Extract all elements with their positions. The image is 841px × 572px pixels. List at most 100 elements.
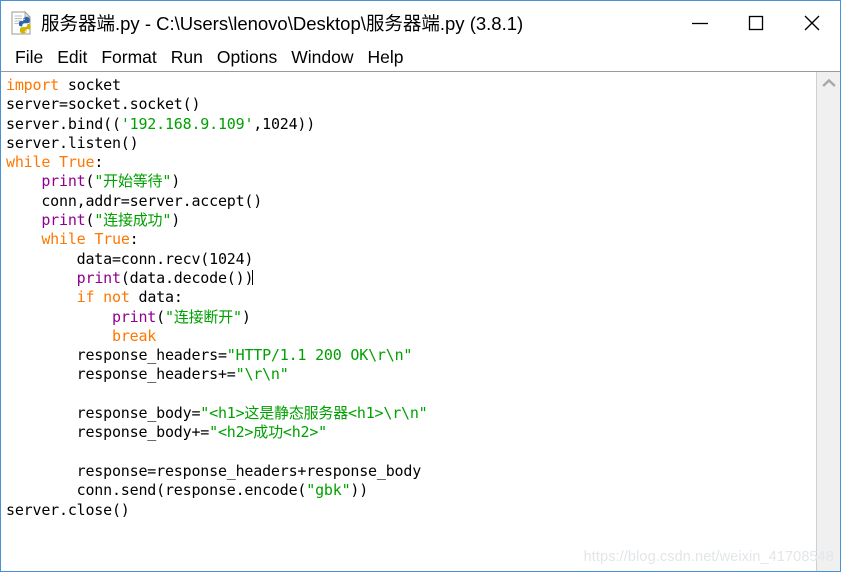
close-button[interactable] (784, 1, 840, 45)
code-token-bi: print (41, 172, 86, 191)
code-token-plain: : (129, 230, 139, 249)
code-text[interactable]: import socket server=socket.socket() serve… (6, 76, 816, 520)
code-line: conn,addr=server.accept() (6, 192, 816, 211)
maximize-button[interactable] (728, 1, 784, 45)
code-token-plain: response_body+= (6, 423, 210, 442)
code-token-bi: print (76, 268, 121, 287)
menu-item-options[interactable]: Options (210, 46, 284, 70)
code-token-plain: : (94, 153, 104, 172)
code-token-plain: response_headers+= (6, 365, 236, 384)
code-token-bi: print (41, 211, 86, 230)
code-line: server.listen() (6, 134, 816, 153)
code-token-plain: data: (129, 288, 183, 307)
code-editor-pane[interactable]: import socket server=socket.socket() serve… (1, 72, 816, 571)
window-title: 服务器端.py - C:\Users\lenovo\Desktop\服务器端.p… (41, 13, 524, 34)
code-token-kw: if (76, 288, 95, 307)
code-token-str: '192.168.9.109' (120, 114, 254, 133)
code-line: break (6, 327, 816, 346)
code-token-plain: response=response_headers+response_body (6, 461, 422, 480)
menu-item-file[interactable]: File (8, 46, 50, 70)
code-line: response=response_headers+response_body (6, 462, 816, 481)
menu-item-window[interactable]: Window (284, 46, 360, 70)
code-line: print("开始等待") (6, 172, 816, 191)
code-line: data=conn.recv(1024) (6, 250, 816, 269)
code-token-kw: True (94, 230, 130, 249)
minimize-button[interactable] (672, 1, 728, 45)
menu-item-run[interactable]: Run (164, 46, 210, 70)
code-line: response_body+="<h2>成功<h2>" (6, 423, 816, 442)
code-token-plain: server.close() (6, 500, 130, 519)
code-token-plain: response_headers= (6, 346, 227, 365)
code-line: response_body="<h1>这是静态服务器<h1>\r\n" (6, 404, 816, 423)
code-token-plain: data=conn.recv(1024) (6, 249, 254, 268)
code-token-str: "gbk" (306, 481, 351, 500)
code-token-kw: while (41, 230, 86, 249)
code-token-plain: server=socket.socket() (6, 95, 201, 114)
code-token-plain: ( (85, 172, 95, 191)
code-token-plain: )) (350, 481, 369, 500)
editor-body: import socket server=socket.socket() serve… (1, 72, 840, 571)
idle-editor-window: 服务器端.py - C:\Users\lenovo\Desktop\服务器端.p… (0, 0, 841, 572)
code-line: print("连接断开") (6, 308, 816, 327)
code-token-str: "<h2>成功<h2>" (209, 423, 328, 442)
code-line: server.close() (6, 501, 816, 520)
code-line: if not data: (6, 288, 816, 307)
code-token-kw: not (103, 288, 130, 307)
code-token-plain: ,1024)) (253, 114, 316, 133)
vertical-scrollbar[interactable] (817, 72, 840, 571)
code-token-str: "连接断开" (164, 307, 242, 326)
menu-item-edit[interactable]: Edit (50, 46, 94, 70)
code-token-str: "连接成功" (94, 211, 172, 230)
code-token-str: "HTTP/1.1 200 OK\r\n" (226, 346, 413, 365)
code-token-plain: server.bind(( (6, 114, 121, 133)
code-line: response_headers="HTTP/1.1 200 OK\r\n" (6, 346, 816, 365)
menu-bar: File Edit Format Run Options Window Help (1, 45, 840, 71)
menu-item-help[interactable]: Help (360, 46, 410, 70)
text-caret (252, 269, 254, 285)
title-bar: 服务器端.py - C:\Users\lenovo\Desktop\服务器端.p… (1, 1, 840, 45)
code-line: while True: (6, 230, 816, 249)
code-token-plain: (data.decode()) (120, 268, 254, 287)
code-token-plain: ) (171, 211, 181, 230)
code-token-kw: break (111, 326, 157, 345)
code-line: print(data.decode()) (6, 269, 816, 288)
code-line: response_headers+="\r\n" (6, 365, 816, 384)
code-token-kw: import (6, 76, 59, 94)
code-token-plain: ) (171, 172, 181, 191)
code-token-str: "开始等待" (94, 172, 172, 191)
code-line: while True: (6, 153, 816, 172)
code-token-str: "\r\n" (235, 365, 289, 384)
code-token-kw: True (59, 153, 95, 172)
code-token-plain: conn.send(response.encode( (6, 481, 307, 500)
code-line: print("连接成功") (6, 211, 816, 230)
code-line: server.bind(('192.168.9.109',1024)) (6, 115, 816, 134)
code-token-plain: server.listen() (6, 133, 139, 152)
code-token-plain: socket (59, 76, 121, 94)
code-token-str: "<h1>这是静态服务器<h1>\r\n" (200, 404, 428, 423)
scroll-up-button[interactable] (817, 72, 840, 94)
code-token-bi: print (111, 307, 157, 326)
code-token-plain: conn,addr=server.accept() (6, 191, 263, 210)
code-token-plain: response_body= (6, 404, 201, 423)
code-token-kw: while (6, 153, 51, 172)
code-token-plain: ( (156, 307, 165, 326)
python-idle-file-icon (9, 10, 35, 36)
menu-item-format[interactable]: Format (94, 46, 163, 70)
code-line: server=socket.socket() (6, 95, 816, 114)
code-line: import socket (6, 76, 816, 95)
window-controls (672, 1, 840, 45)
code-line: conn.send(response.encode("gbk")) (6, 481, 816, 500)
code-token-plain: ( (85, 211, 95, 230)
